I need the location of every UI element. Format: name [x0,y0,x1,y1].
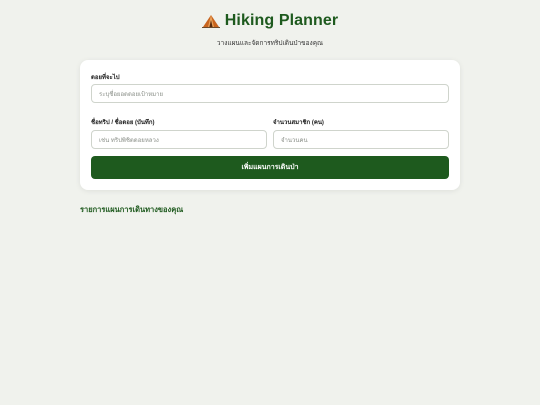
destination-placeholder: ระบุชื่อยอดดอยเป้าหมาย [99,91,163,98]
destination-label: ดอยที่จะไป [91,75,120,81]
add-plan-button[interactable]: เพิ่มแผนการเดินป่า [91,156,449,179]
trip-name-label: ชื่อทริป / ชื่อดอย (บันทึก) [91,120,155,126]
plan-form-card: ดอยที่จะไป ระบุชื่อยอดดอยเป้าหมาย ชื่อทร… [80,60,460,190]
members-input[interactable]: จำนวนคน [273,130,449,149]
page-subtitle: วางแผนและจัดการทริปเดินป่าของคุณ [216,40,324,47]
members-label: จำนวนสมาชิก (คน) [273,120,324,126]
destination-input[interactable]: ระบุชื่อยอดดอยเป้าหมาย [91,84,449,103]
page-header: Hiking Planner วางแผนและจัดการทริปเดินป่… [0,10,540,48]
title-row: Hiking Planner [0,10,540,32]
plans-section-title: รายการแผนการเดินทางของคุณ [80,205,184,214]
members-placeholder: จำนวนคน [281,137,308,144]
tent-icon [201,14,220,28]
trip-name-placeholder: เช่น ทริปพิชิตดอยหลวง [99,137,159,144]
page-title: Hiking Planner [224,12,339,29]
trip-name-input[interactable]: เช่น ทริปพิชิตดอยหลวง [91,130,267,149]
